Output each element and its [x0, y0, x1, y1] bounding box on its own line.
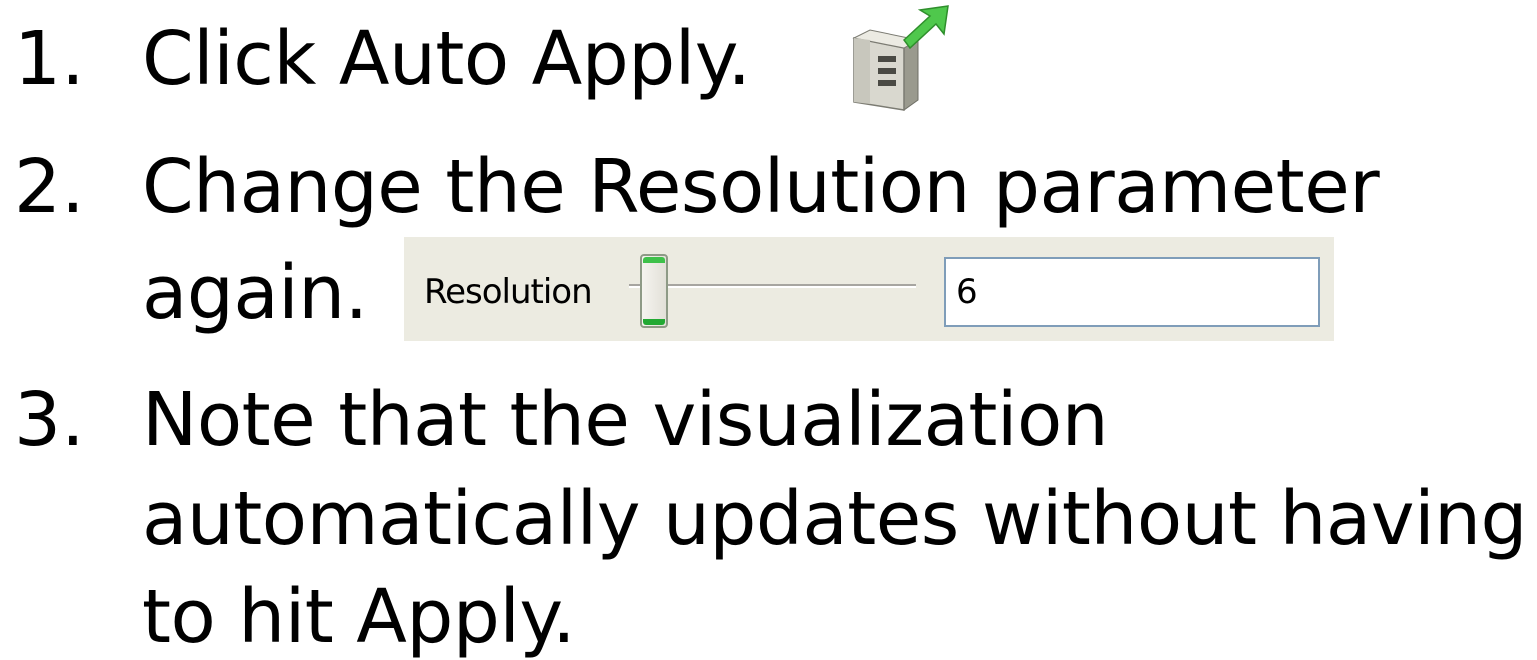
step-1-number: 1.	[14, 16, 85, 102]
resolution-slider-track-highlight	[629, 286, 916, 288]
step-3-number: 3.	[14, 377, 85, 463]
resolution-label: Resolution	[424, 272, 593, 312]
step-3-text-line-2: automatically updates without having	[142, 476, 1528, 562]
auto-apply-icon[interactable]	[848, 4, 952, 114]
step-1-text: Click Auto Apply.	[142, 16, 751, 102]
instruction-slide: 1. Click Auto Apply. 2. Change the Resol…	[0, 0, 1537, 659]
resolution-parameter-panel: Resolution	[404, 237, 1334, 341]
step-2-number: 2.	[14, 144, 85, 230]
step-2-text-line-2: again.	[142, 250, 368, 336]
resolution-value-input[interactable]	[944, 257, 1320, 327]
step-3-text-line-3: to hit Apply.	[142, 574, 576, 660]
step-2-text-line-1: Change the Resolution parameter	[142, 144, 1380, 230]
step-3-text-line-1: Note that the visualization	[142, 377, 1109, 463]
resolution-slider-thumb[interactable]	[640, 254, 668, 328]
